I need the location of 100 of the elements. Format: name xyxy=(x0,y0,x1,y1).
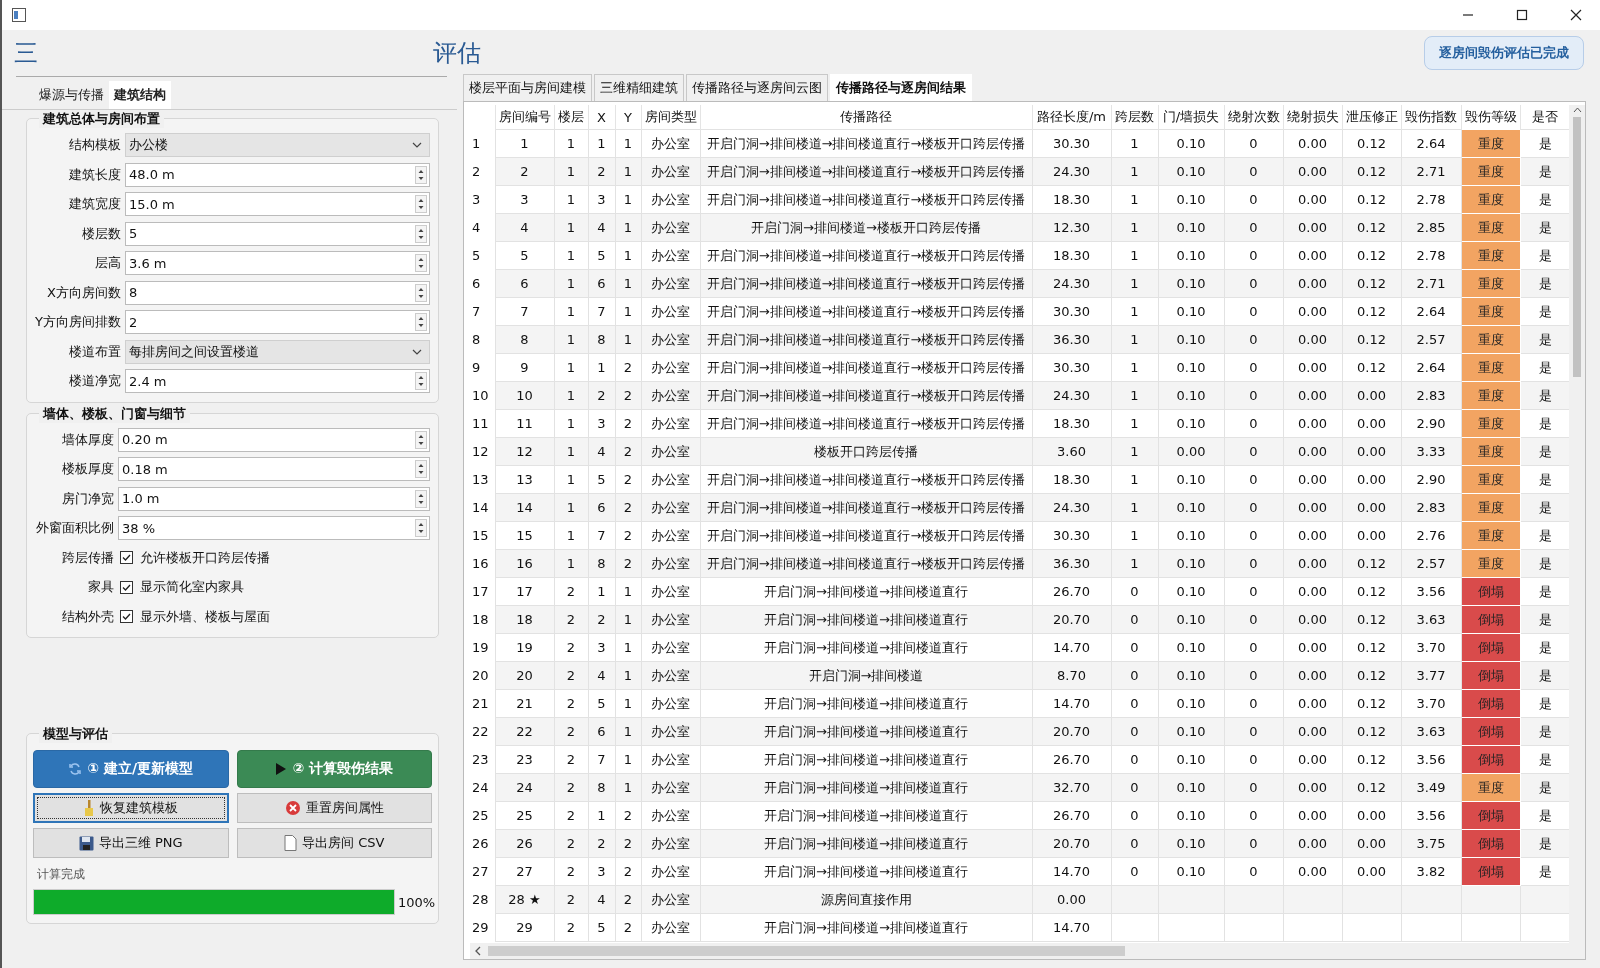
column-header[interactable]: 房间类型 xyxy=(641,105,700,130)
damage-grade: 重度 xyxy=(1461,381,1520,410)
checkbox[interactable] xyxy=(120,610,133,624)
table-cell: 2.78 xyxy=(1401,185,1461,214)
status-button[interactable]: 逐房间毁伤评估已完成 xyxy=(1424,36,1584,70)
document-icon xyxy=(284,835,298,851)
scroll-up-icon[interactable] xyxy=(1572,107,1582,113)
table-cell: 0 xyxy=(1224,381,1283,410)
spin-field[interactable]: 2.4 m xyxy=(125,369,430,394)
column-header[interactable]: 绕射损失 xyxy=(1283,105,1342,130)
dropdown[interactable]: 每排房间之间设置楼道 xyxy=(125,339,430,364)
table-cell: 28 ★ xyxy=(495,885,554,914)
horizontal-scrollbar[interactable] xyxy=(470,943,1585,959)
table-cell: 3 xyxy=(588,185,615,214)
caret-icon xyxy=(412,142,422,149)
column-header[interactable]: X xyxy=(588,105,615,130)
table-cell: 26.70 xyxy=(1032,577,1111,606)
scrollbar-thumb[interactable] xyxy=(488,946,1125,956)
spin-field[interactable]: 8 xyxy=(125,280,430,305)
column-header[interactable]: 是否 xyxy=(1520,105,1569,130)
table-cell: 3.56 xyxy=(1401,577,1461,606)
column-header[interactable]: 门/墙损失 xyxy=(1158,105,1224,130)
spinner-arrows-icon[interactable] xyxy=(415,430,427,449)
table-cell: 0.00 xyxy=(1283,717,1342,746)
table-cell: 0 xyxy=(1224,129,1283,158)
action-button[interactable]: ① 建立/更新模型 xyxy=(33,750,229,788)
spinner-arrows-icon[interactable] xyxy=(415,165,427,184)
table-cell: 办公室 xyxy=(641,213,700,242)
column-header[interactable]: Y xyxy=(615,105,641,130)
spinner-arrows-icon[interactable] xyxy=(415,224,427,243)
checkbox[interactable] xyxy=(120,580,133,594)
action-button[interactable]: 恢复建筑模板 xyxy=(33,793,229,823)
table-cell: 办公室 xyxy=(641,409,700,438)
spinner-arrows-icon[interactable] xyxy=(415,254,427,273)
table-cell: 楼板开口跨层传播 xyxy=(700,437,1032,466)
column-header[interactable]: 跨层数 xyxy=(1111,105,1158,130)
spinner-arrows-icon[interactable] xyxy=(415,489,427,508)
spin-field[interactable]: 2 xyxy=(125,310,430,335)
table-cell: 0.00 xyxy=(1342,801,1401,830)
spinner-arrows-icon[interactable] xyxy=(415,195,427,214)
scrollbar-thumb[interactable] xyxy=(1573,117,1581,377)
vertical-scrollbar[interactable] xyxy=(1569,105,1585,943)
column-header[interactable]: 毁伤指数 xyxy=(1401,105,1461,130)
maximize-icon[interactable] xyxy=(1516,9,1528,21)
table-cell: 5 xyxy=(588,913,615,942)
column-header[interactable]: 楼层 xyxy=(554,105,588,130)
spin-field[interactable]: 48.0 m xyxy=(125,162,430,187)
column-header[interactable]: 传播路径 xyxy=(700,105,1032,130)
action-button[interactable]: 重置房间属性 xyxy=(236,793,432,823)
tab[interactable]: 楼层平面与房间建模 xyxy=(463,74,592,101)
table-cell: 0.00 xyxy=(1283,829,1342,858)
field-label: 楼道布置 xyxy=(68,342,121,361)
table-cell: 26 xyxy=(495,829,554,858)
scroll-left-icon[interactable] xyxy=(474,946,482,956)
spinner-arrows-icon[interactable] xyxy=(415,283,427,302)
close-icon[interactable] xyxy=(1570,9,1582,21)
column-header[interactable]: 泄压修正 xyxy=(1342,105,1401,130)
table-cell: 开启门洞→排间楼道→排间楼道直行 xyxy=(700,717,1032,746)
tab[interactable]: 传播路径与逐房间结果 xyxy=(830,74,972,101)
table-cell: 2.71 xyxy=(1401,157,1461,186)
spin-field[interactable]: 0.18 m xyxy=(118,457,430,482)
column-header[interactable]: 房间编号 xyxy=(495,105,554,130)
action-button[interactable]: 导出房间 CSV xyxy=(236,828,432,858)
spinner-arrows-icon[interactable] xyxy=(415,372,427,391)
table-cell: 0.00 xyxy=(1283,269,1342,298)
table-cell: 0.00 xyxy=(1342,493,1401,522)
dropdown[interactable]: 办公楼 xyxy=(125,133,430,158)
spinner-arrows-icon[interactable] xyxy=(415,460,427,479)
tab[interactable]: 爆源与传播 xyxy=(34,81,109,109)
tab[interactable]: 传播路径与逐房间云图 xyxy=(686,74,828,101)
row-number: 14 xyxy=(470,493,495,522)
tab[interactable]: 三维精细建筑 xyxy=(594,74,684,101)
spin-field[interactable]: 1.0 m xyxy=(118,486,430,511)
table-cell: 15 xyxy=(495,521,554,550)
table-cell: 30.30 xyxy=(1032,521,1111,550)
table-cell: 0.00 xyxy=(1283,353,1342,382)
table-cell: 1 xyxy=(1111,521,1158,550)
checkbox[interactable] xyxy=(120,551,133,565)
spinner-arrows-icon[interactable] xyxy=(415,519,427,538)
spin-field[interactable]: 0.20 m xyxy=(118,427,430,452)
table-cell: 10 xyxy=(495,381,554,410)
table-cell: 0.10 xyxy=(1158,633,1224,662)
tab[interactable]: 建筑结构 xyxy=(109,81,171,109)
action-button[interactable]: 导出三维 PNG xyxy=(33,828,229,858)
column-header[interactable]: 绕射次数 xyxy=(1224,105,1283,130)
table-cell: 办公室 xyxy=(641,437,700,466)
spin-field[interactable]: 3.6 m xyxy=(125,251,430,276)
spin-field[interactable]: 5 xyxy=(125,221,430,246)
spin-field[interactable]: 15.0 m xyxy=(125,192,430,217)
row-number: 13 xyxy=(470,465,495,494)
spin-field[interactable]: 38 % xyxy=(118,516,430,541)
action-button[interactable]: ② 计算毁伤结果 xyxy=(236,750,432,788)
field-label: 家具 xyxy=(87,578,114,597)
spinner-arrows-icon[interactable] xyxy=(415,313,427,332)
table-cell: 20.70 xyxy=(1032,717,1111,746)
column-header[interactable]: 路径长度/m xyxy=(1032,105,1111,130)
column-header[interactable]: 毁伤等级 xyxy=(1461,105,1520,130)
row-number: 9 xyxy=(470,353,495,382)
table-cell: 0.12 xyxy=(1342,689,1401,718)
table-cell: 0.00 xyxy=(1283,801,1342,830)
